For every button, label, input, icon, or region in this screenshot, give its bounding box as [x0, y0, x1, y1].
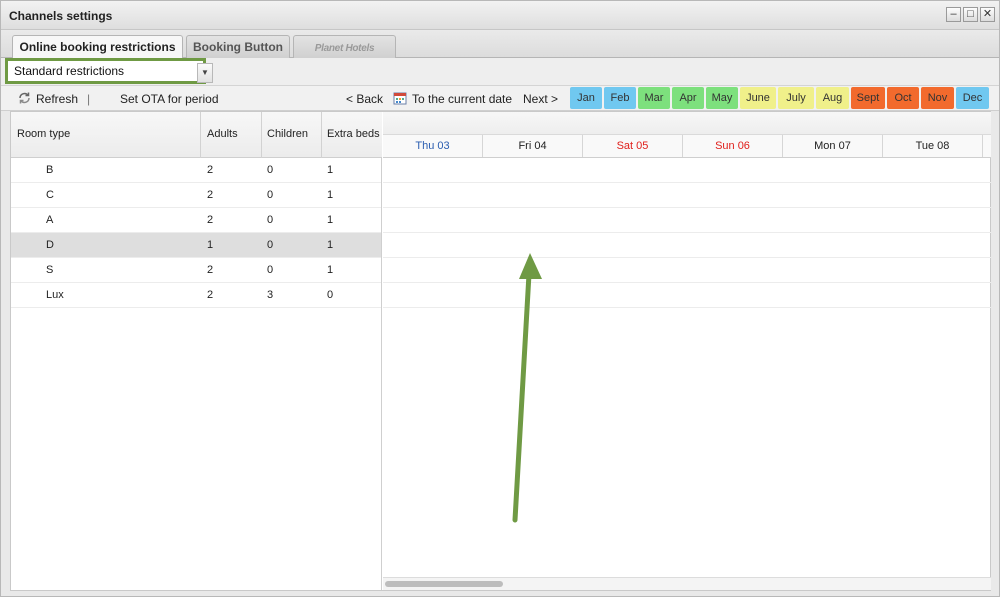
cell-room: B: [46, 164, 54, 176]
month-button-feb[interactable]: Feb: [604, 87, 636, 109]
title-bar[interactable]: Channels settings – □ ✕: [1, 1, 999, 30]
table-row[interactable]: A 2 0 1: [11, 208, 381, 233]
cell-adults: 1: [207, 239, 214, 251]
column-divider: [321, 112, 322, 158]
calendar-row-line: [383, 232, 991, 233]
table-row[interactable]: C 2 0 1: [11, 183, 381, 208]
channels-settings-window: Channels settings – □ ✕ Online booking r…: [0, 0, 1000, 597]
horizontal-scrollbar[interactable]: [383, 577, 991, 590]
cell-room: C: [46, 189, 54, 201]
calendar-header-top: [383, 112, 991, 135]
refresh-button[interactable]: Refresh: [36, 92, 78, 106]
set-ota-for-period-button[interactable]: Set OTA for period: [120, 92, 219, 106]
table-row[interactable]: B 2 0 1: [11, 158, 381, 183]
column-divider: [200, 112, 201, 158]
month-button-june[interactable]: June: [740, 87, 776, 109]
cell-adults: 2: [207, 289, 214, 301]
cell-children: 3: [267, 289, 274, 301]
table-row[interactable]: S 2 0 1: [11, 258, 381, 283]
day-header: Tue 08: [883, 135, 983, 157]
cell-extra: 1: [327, 264, 334, 276]
maximize-icon[interactable]: □: [963, 7, 978, 22]
calendar-row-line: [383, 257, 991, 258]
tab-bar: Online booking restrictions Booking Butt…: [1, 30, 999, 60]
restrictions-grid: Room type Adults Children Extra beds B 2 0…: [10, 111, 991, 591]
scrollbar-thumb[interactable]: [385, 581, 503, 587]
room-type-header[interactable]: Room type: [17, 128, 70, 140]
cell-extra: 1: [327, 164, 334, 176]
table-row[interactable]: Lux 2 3 0: [11, 283, 381, 308]
tab-booking-button[interactable]: Booking Button: [186, 35, 290, 59]
month-button-july[interactable]: July: [778, 87, 814, 109]
restriction-select[interactable]: Standard restrictions: [5, 58, 206, 84]
cell-children: 0: [267, 214, 274, 226]
back-button[interactable]: < Back: [346, 92, 383, 106]
month-button-nov[interactable]: Nov: [921, 87, 954, 109]
cell-room: D: [46, 239, 54, 251]
calendar-days-header: Thu 03 Fri 04 Sat 05 Sun 06 Mon 07 Tue 08: [383, 135, 991, 158]
month-button-jan[interactable]: Jan: [570, 87, 602, 109]
month-button-oct[interactable]: Oct: [887, 87, 919, 109]
calendar-row-line: [383, 307, 991, 308]
toolbar-separator: |: [87, 92, 91, 106]
cell-room: Lux: [46, 289, 64, 301]
tab-label: Online booking restrictions: [19, 40, 176, 54]
cell-adults: 2: [207, 264, 214, 276]
calendar-row-line: [383, 207, 991, 208]
room-table-header: Room type Adults Children Extra beds: [11, 112, 382, 158]
cell-adults: 2: [207, 189, 214, 201]
room-table-body: B 2 0 1 C 2 0 1 A 2 0 1 D 1 0 1 S 2 0 1 Lux 2 3 0: [11, 158, 382, 590]
restriction-bar: Standard restrictions: [1, 58, 999, 86]
cell-extra: 1: [327, 189, 334, 201]
table-row[interactable]: D 1 0 1: [11, 233, 381, 258]
cell-room: S: [46, 264, 54, 276]
cell-children: 0: [267, 189, 274, 201]
day-header: Sun 06: [683, 135, 783, 157]
calendar-icon[interactable]: [393, 91, 407, 108]
minimize-icon[interactable]: –: [946, 7, 961, 22]
calendar-row-line: [383, 182, 991, 183]
cell-extra: 0: [327, 289, 334, 301]
window-title: Channels settings: [9, 9, 113, 23]
cell-children: 0: [267, 164, 274, 176]
next-button[interactable]: Next >: [523, 92, 558, 106]
cell-adults: 2: [207, 164, 214, 176]
cell-adults: 2: [207, 214, 214, 226]
month-button-apr[interactable]: Apr: [672, 87, 704, 109]
cell-room: A: [46, 214, 54, 226]
month-button-sept[interactable]: Sept: [851, 87, 885, 109]
cell-extra: 1: [327, 214, 334, 226]
month-button-aug[interactable]: Aug: [816, 87, 849, 109]
refresh-icon[interactable]: [17, 91, 32, 108]
day-header: Fri 04: [483, 135, 583, 157]
children-header[interactable]: Children: [267, 128, 308, 140]
extra-beds-header[interactable]: Extra beds: [327, 128, 380, 140]
close-icon[interactable]: ✕: [980, 7, 995, 22]
tab-online-booking-restrictions[interactable]: Online booking restrictions: [12, 35, 183, 60]
day-header: Sat 05: [583, 135, 683, 157]
tab-planet-hotels[interactable]: Planet Hotels: [293, 35, 396, 59]
restriction-select-value: Standard restrictions: [14, 64, 125, 78]
month-button-may[interactable]: May: [706, 87, 738, 109]
month-button-mar[interactable]: Mar: [638, 87, 670, 109]
cell-children: 0: [267, 264, 274, 276]
toolbar: Refresh | Set OTA for period < Back To t…: [1, 86, 999, 111]
calendar-row-line: [383, 282, 991, 283]
planet-hotels-logo: Planet Hotels: [314, 43, 375, 54]
chevron-down-icon[interactable]: ▼: [197, 63, 213, 83]
tab-label: Booking Button: [193, 40, 283, 54]
to-current-date-button[interactable]: To the current date: [412, 92, 512, 106]
cell-children: 0: [267, 239, 274, 251]
day-header: Mon 07: [783, 135, 883, 157]
adults-header[interactable]: Adults: [207, 128, 238, 140]
day-header: Thu 03: [383, 135, 483, 157]
month-button-dec[interactable]: Dec: [956, 87, 989, 109]
cell-extra: 1: [327, 239, 334, 251]
column-divider: [261, 112, 262, 158]
